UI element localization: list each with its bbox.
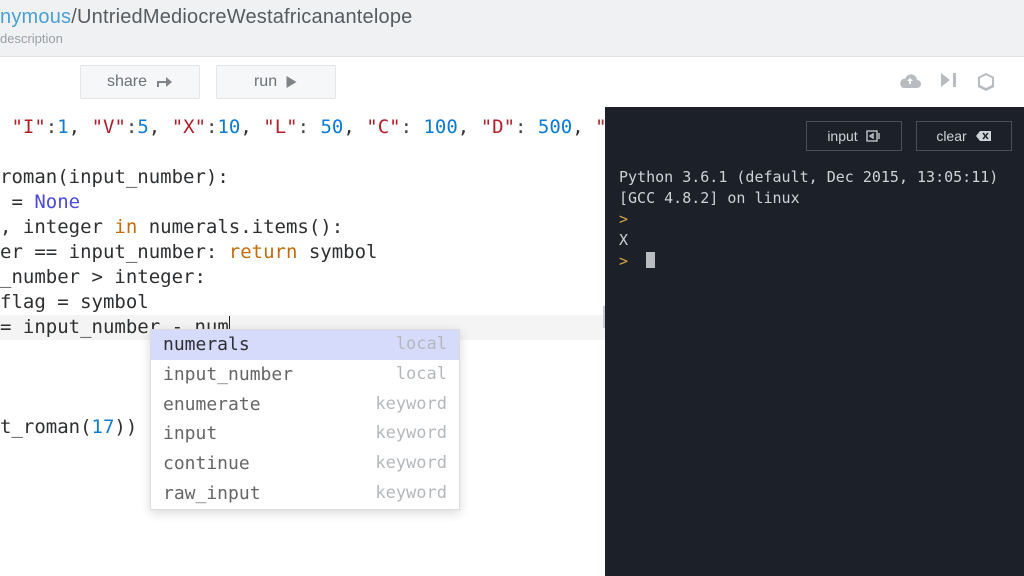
prompt-icon: > <box>619 210 628 228</box>
play-icon <box>285 75 298 89</box>
terminal-cursor <box>646 252 655 268</box>
repl-name: UntriedMediocreWestafricanantelope <box>77 6 413 28</box>
autocomplete-name: enumerate <box>163 393 261 417</box>
cube-icon[interactable] <box>976 72 996 92</box>
code-line: roman(input_number): <box>0 165 605 190</box>
run-button[interactable]: run <box>216 65 336 99</box>
code-line: _number > integer: <box>0 265 605 290</box>
autocomplete-item[interactable]: enumerate keyword <box>151 390 459 420</box>
code-editor[interactable]: "I":1, "V":5, "X":10, "L": 50, "C": 100,… <box>0 107 605 576</box>
code-line: = None <box>0 190 605 215</box>
autocomplete-name: continue <box>163 452 250 476</box>
input-icon <box>866 130 881 142</box>
autocomplete-item[interactable]: input_number local <box>151 360 459 390</box>
share-button[interactable]: share <box>80 65 200 99</box>
autocomplete-name: numerals <box>163 333 250 357</box>
repl-description[interactable]: description <box>0 31 1024 46</box>
autocomplete-kind: keyword <box>375 452 447 476</box>
terminal-clear-button[interactable]: clear <box>916 121 1012 151</box>
autocomplete-name: raw_input <box>163 482 261 506</box>
terminal-input-button[interactable]: input <box>806 121 902 151</box>
autocomplete-item[interactable]: raw_input keyword <box>151 479 459 509</box>
share-icon <box>155 75 173 89</box>
autocomplete-item[interactable]: numerals local <box>151 330 459 360</box>
owner-link[interactable]: nymous <box>0 6 71 28</box>
code-line: flag = symbol <box>0 290 605 315</box>
terminal-output[interactable]: Python 3.6.1 (default, Dec 2015, 13:05:1… <box>605 167 1024 272</box>
editor-toolbar: share run <box>0 57 1024 107</box>
autocomplete-kind: keyword <box>375 422 447 446</box>
autocomplete-kind: keyword <box>375 482 447 506</box>
cloud-upload-icon[interactable] <box>898 72 922 92</box>
repl-path[interactable]: nymous/UntriedMediocreWestafricanantelop… <box>0 6 1024 29</box>
autocomplete-item[interactable]: continue keyword <box>151 449 459 479</box>
step-icon[interactable] <box>940 72 958 92</box>
autocomplete-kind: keyword <box>375 393 447 417</box>
code-line: er == input_number: return symbol <box>0 240 605 265</box>
autocomplete-name: input <box>163 422 217 446</box>
code-line: , integer in numerals.items(): <box>0 215 605 240</box>
header-bar: nymous/UntriedMediocreWestafricanantelop… <box>0 0 1024 57</box>
autocomplete-popup[interactable]: numerals local input_number local enumerate k… <box>150 329 460 510</box>
autocomplete-name: input_number <box>163 363 293 387</box>
autocomplete-kind: local <box>396 333 447 357</box>
autocomplete-item[interactable]: input keyword <box>151 419 459 449</box>
autocomplete-kind: local <box>396 363 447 387</box>
code-line: "I":1, "V":5, "X":10, "L": 50, "C": 100,… <box>0 115 605 140</box>
terminal-pane: input clear Python 3.6.1 (default, Dec 2… <box>605 107 1024 576</box>
prompt-icon: > <box>619 252 628 270</box>
backspace-icon <box>975 130 992 142</box>
